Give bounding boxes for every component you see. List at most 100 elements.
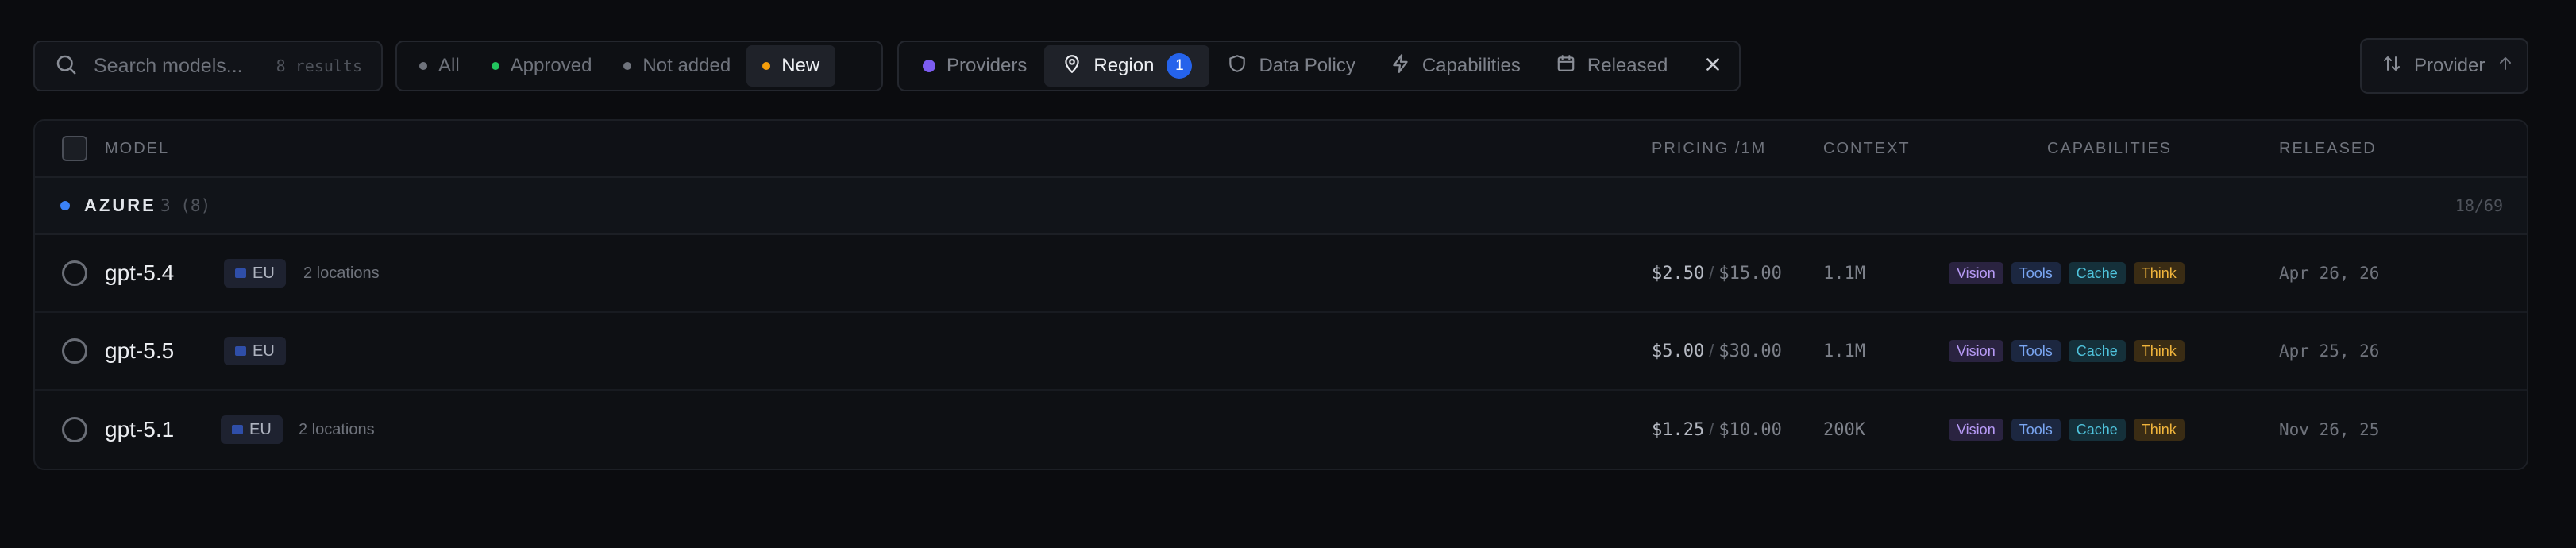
pricing: $5.00/$30.00 [1652,341,1782,361]
region-count-badge: 1 [1167,53,1193,79]
capability-badge-vision: Vision [1949,419,2003,441]
region-filter-label: Region [1093,55,1155,76]
row-select-radio[interactable] [62,338,87,364]
capability-badge-tools: Tools [2011,419,2061,441]
released-date: Apr 26, 26 [2279,264,2380,283]
pricing: $1.25/$10.00 [1652,419,1782,440]
capability-badge-vision: Vision [1949,262,2003,284]
capabilities-filter[interactable]: Capabilities [1373,45,1538,87]
group-count: 3 (8) [160,196,211,215]
map-pin-icon [1062,53,1093,79]
context-size: 1.1M [1823,341,1865,361]
filter-bar: Providers Region 1 Data Policy Capabilit… [897,41,1741,91]
released-filter[interactable]: Released [1538,45,1685,87]
released-date: Nov 26, 25 [2279,420,2380,439]
status-dot-icon [762,62,771,70]
search-results-count: 8 results [276,56,362,75]
price-output: $15.00 [1718,264,1782,284]
clear-filters-button[interactable] [1690,45,1736,87]
data-policy-filter[interactable]: Data Policy [1209,45,1372,87]
column-header-capabilities[interactable]: Capabilities [2047,140,2172,158]
status-option-label: New [781,55,820,76]
model-name[interactable]: gpt-5.1 [105,417,174,442]
providers-dot-icon [923,60,935,72]
status-option-new[interactable]: New [746,45,836,87]
close-icon [1703,54,1723,79]
eu-flag-icon [235,346,246,356]
released-filter-label: Released [1587,55,1668,76]
region-chip: EU [221,415,283,444]
column-header-released[interactable]: Released [2279,140,2377,158]
search-input[interactable] [94,54,268,78]
arrow-up-icon [2496,54,2515,79]
capability-badge-cache: Cache [2068,340,2126,362]
status-option-label: All [438,55,460,76]
select-all-checkbox[interactable] [62,136,87,161]
price-output: $10.00 [1718,420,1782,440]
provider-group-header[interactable]: AZURE 3 (8) 18/69 [35,178,2527,235]
region-chip: EU [224,337,286,365]
status-segmented-control: All Approved Not added New [395,41,883,91]
price-input: $2.50 [1652,264,1705,284]
price-separator: / [1709,341,1714,361]
region-filter[interactable]: Region 1 [1044,45,1210,87]
search-icon [54,52,78,80]
group-name: AZURE [84,195,156,215]
provider-dot-icon [60,201,70,210]
region-label: EU [253,264,275,282]
table-row[interactable]: gpt-5.5 EU $5.00/$30.00 1.1M Vision Tools Cach… [35,313,2527,391]
status-option-label: Not added [642,55,731,76]
row-select-radio[interactable] [62,260,87,286]
model-name[interactable]: gpt-5.5 [105,338,174,364]
locations-count: 2 locations [303,264,380,282]
status-option-not-added[interactable]: Not added [607,45,746,87]
price-input: $5.00 [1652,342,1705,361]
providers-filter[interactable]: Providers [905,45,1044,87]
model-name[interactable]: gpt-5.4 [105,260,174,286]
table-header: Model Pricing /1M Context Capabilities R… [35,121,2527,178]
toolbar: 8 results All Approved Not added New Provid… [33,38,2528,94]
search-box[interactable]: 8 results [33,41,383,91]
capability-badge-cache: Cache [2068,262,2126,284]
context-size: 200K [1823,419,1865,440]
released-date: Apr 25, 26 [2279,342,2380,361]
row-select-radio[interactable] [62,417,87,442]
capabilities-filter-label: Capabilities [1421,55,1521,76]
price-input: $1.25 [1652,420,1705,440]
capability-badge-tools: Tools [2011,340,2061,362]
capabilities-list: Vision Tools Cache Think [1949,340,2185,362]
column-header-context[interactable]: Context [1823,140,1911,158]
price-output: $30.00 [1718,342,1782,361]
column-header-pricing[interactable]: Pricing /1M [1652,140,1766,158]
status-option-all[interactable]: All [403,45,476,87]
price-separator: / [1709,419,1714,439]
capability-badge-think: Think [2133,340,2185,362]
region-label: EU [253,342,275,360]
eu-flag-icon [235,268,246,278]
status-option-approved[interactable]: Approved [476,45,608,87]
capability-badge-vision: Vision [1949,340,2003,362]
capability-badge-cache: Cache [2068,419,2126,441]
region-chip: EU [224,259,286,288]
status-dot-icon [623,62,632,70]
calendar-icon [1556,53,1587,79]
locations-count: 2 locations [299,420,375,438]
table-body: gpt-5.4 EU 2 locations $2.50/$15.00 1.1M Visi… [35,235,2527,469]
table-row[interactable]: gpt-5.4 EU 2 locations $2.50/$15.00 1.1M Visi… [35,235,2527,313]
status-option-label: Approved [510,55,592,76]
sort-button[interactable]: Provider [2360,38,2528,94]
status-dot-icon [491,62,499,70]
lightning-icon [1390,53,1422,79]
sort-arrows-icon [2382,54,2401,79]
price-separator: / [1709,263,1714,283]
eu-flag-icon [232,425,243,434]
region-label: EU [249,420,272,438]
capabilities-list: Vision Tools Cache Think [1949,262,2185,284]
data-policy-filter-label: Data Policy [1259,55,1355,76]
models-table: Model Pricing /1M Context Capabilities R… [33,119,2528,470]
column-header-model[interactable]: Model [105,140,169,158]
capability-badge-tools: Tools [2011,262,2061,284]
context-size: 1.1M [1823,263,1865,284]
table-row[interactable]: gpt-5.1 EU 2 locations $1.25/$10.00 200K Visi… [35,391,2527,469]
shield-icon [1227,53,1259,79]
